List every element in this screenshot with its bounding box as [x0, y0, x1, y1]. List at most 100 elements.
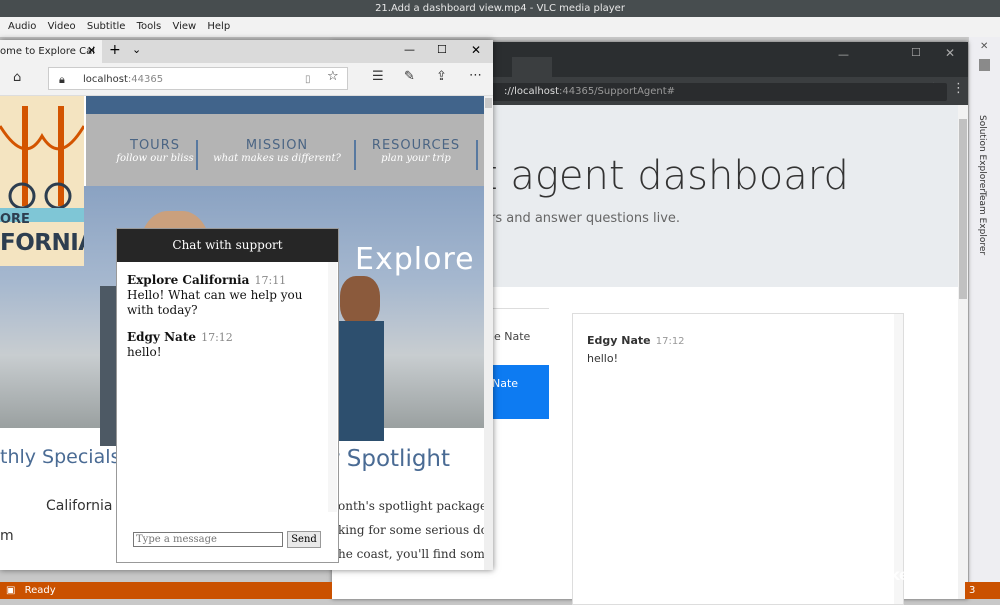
status-text: Ready	[24, 585, 56, 596]
close-icon[interactable]: ✕	[471, 43, 481, 57]
more-icon[interactable]: ⋯	[469, 68, 482, 83]
share-icon[interactable]: ⇪	[436, 69, 447, 84]
vlc-title-bar: 21.Add a dashboard view.mp4 - VLC media …	[0, 0, 1000, 17]
nav-tours[interactable]: TOURS follow our bliss	[100, 138, 210, 164]
site-nav: TOURS follow our bliss MISSION what makes …	[86, 114, 484, 186]
tab-close-icon[interactable]: ✕	[87, 44, 96, 57]
chat-scrollbar[interactable]	[328, 262, 337, 512]
url-prefix: ://localhost	[504, 86, 559, 97]
chat-widget: Chat with support Explore California 17:…	[116, 228, 339, 563]
spotlight-heading: r Spotlight	[330, 446, 451, 472]
monthly-specials-heading: thly Specials	[0, 446, 121, 468]
logo-text-bottom: FORNIA	[0, 230, 84, 256]
spotlight-line: onth's spotlight package is	[338, 499, 484, 513]
vs-status-bar: ▣ Ready	[0, 582, 332, 599]
chrome-new-tab[interactable]	[512, 57, 552, 77]
nav-divider	[196, 140, 198, 170]
nav-resources[interactable]: RESOURCES plan your trip	[364, 138, 468, 164]
message-time: 17:12	[655, 336, 685, 347]
chat-text: hello!	[127, 345, 162, 359]
chat-author: Edgy Nate	[127, 330, 196, 344]
nav-resources-title: RESOURCES	[371, 138, 461, 153]
dashboard-title: t agent dashboard	[482, 153, 849, 199]
special-fragment: m	[0, 528, 14, 544]
nav-tours-title: TOURS	[130, 138, 180, 153]
chat-text: Hello! What can we help you with today?	[127, 288, 303, 317]
shirt2-photo	[336, 321, 384, 441]
menu-view[interactable]: View	[164, 17, 196, 37]
tab-list-icon[interactable]: ⌄	[132, 43, 141, 56]
chat-message-input[interactable]	[133, 532, 283, 547]
reading-view-icon[interactable]: ▯	[305, 68, 311, 91]
chat-message: Explore California 17:11 Hello! What can…	[127, 269, 322, 318]
message-panel: Edgy Nate 17:12 hello!	[572, 313, 904, 605]
nav-resources-sub: plan your trip	[381, 153, 451, 164]
nav-divider	[476, 140, 478, 170]
tab-team-explorer[interactable]: Team Explorer	[977, 191, 987, 255]
scrollbar-thumb[interactable]	[959, 119, 967, 299]
edge-address-bar[interactable]: 🔒︎ localhost:44365 ▯	[48, 67, 348, 90]
url-port: :44365	[127, 74, 164, 85]
chrome-scrollbar[interactable]	[958, 105, 968, 599]
chat-message: Edgy Nate 17:12 hello!	[127, 326, 322, 360]
dashboard-subtitle: ers and answer questions live.	[482, 211, 681, 226]
url-host: localhost	[83, 74, 128, 85]
minimize-icon[interactable]: —	[838, 48, 849, 61]
lock-icon: 🔒︎	[59, 73, 65, 86]
close-icon[interactable]: ✕	[945, 46, 955, 60]
favorite-star-icon[interactable]: ☆	[327, 69, 339, 84]
new-tab-icon[interactable]: +	[109, 42, 121, 58]
vlc-menu-bar: Audio Video Subtitle Tools View Help	[0, 17, 1000, 37]
linkedin-watermark-logo: LinkedIn	[866, 566, 935, 584]
chat-header: Chat with support	[117, 229, 338, 262]
hero-heading: Explore	[355, 242, 475, 277]
status-count: 3	[969, 585, 976, 596]
nav-mission-sub: what makes us different?	[213, 153, 341, 164]
edge-toolbar: ⌂ 🔒︎ localhost:44365 ▯ ☆ ☰ ✎ ⇪ ⋯	[0, 63, 493, 96]
chrome-address-bar[interactable]: ://localhost:44365/SupportAgent#	[482, 83, 947, 101]
chat-time: 17:12	[201, 331, 233, 344]
message-author: Edgy Nate	[587, 334, 651, 347]
tab-solution-explorer[interactable]: Solution Explorer	[977, 115, 987, 192]
menu-video[interactable]: Video	[40, 17, 76, 37]
logo-text-top: ORE	[0, 212, 30, 227]
favorites-hub-icon[interactable]: ☰	[372, 69, 384, 84]
menu-audio[interactable]: Audio	[0, 17, 36, 37]
menu-tools[interactable]: Tools	[129, 17, 162, 37]
nav-mission[interactable]: MISSION what makes us different?	[212, 138, 342, 164]
nav-tours-sub: follow our bliss	[116, 153, 194, 164]
notes-pen-icon[interactable]: ✎	[404, 69, 415, 84]
home-icon[interactable]: ⌂	[13, 70, 21, 85]
vlc-title: 21.Add a dashboard view.mp4 - VLC media …	[375, 3, 625, 14]
page-scrollbar[interactable]	[484, 96, 493, 570]
maximize-icon[interactable]: ☐	[911, 46, 921, 59]
chat-messages: Explore California 17:11 Hello! What can…	[127, 269, 322, 368]
vs-side-panel: ✕ Solution Explorer Team Explorer	[968, 37, 1000, 582]
chat-author: Explore California	[127, 273, 250, 287]
tab-title: ome to Explore Cal	[0, 46, 95, 57]
url-suffix: :44365/SupportAgent#	[559, 86, 676, 97]
nav-divider	[354, 140, 356, 170]
site-logo[interactable]: ORE FORNIA	[0, 96, 84, 266]
nav-mission-title: MISSION	[245, 138, 309, 153]
person2-photo	[340, 276, 380, 326]
scrollbar-thumb[interactable]	[485, 98, 492, 108]
spotlight-line: he coast, you'll find someth	[338, 547, 484, 561]
spotlight-line: king for some serious dow	[338, 523, 484, 537]
maximize-icon[interactable]: ☐	[437, 43, 447, 56]
message-scrollbar[interactable]	[894, 314, 903, 604]
minimize-icon[interactable]: —	[404, 43, 415, 56]
menu-help[interactable]: Help	[199, 17, 230, 37]
pin-icon[interactable]: ✕	[980, 41, 988, 52]
chat-send-button[interactable]: Send	[287, 531, 321, 548]
vs-status-bar-right: 3	[965, 582, 1000, 599]
edge-tabbar: ome to Explore Cal ✕ + ⌄ — ☐ ✕	[0, 40, 493, 63]
account-icon[interactable]	[979, 59, 990, 71]
menu-icon[interactable]: ⋮	[952, 81, 965, 96]
status-icon: ▣	[6, 585, 16, 596]
top-band	[86, 96, 484, 114]
chat-time: 17:11	[254, 274, 287, 287]
message-text: hello!	[587, 352, 618, 365]
menu-subtitle[interactable]: Subtitle	[79, 17, 126, 37]
special-title[interactable]: California	[46, 498, 112, 514]
